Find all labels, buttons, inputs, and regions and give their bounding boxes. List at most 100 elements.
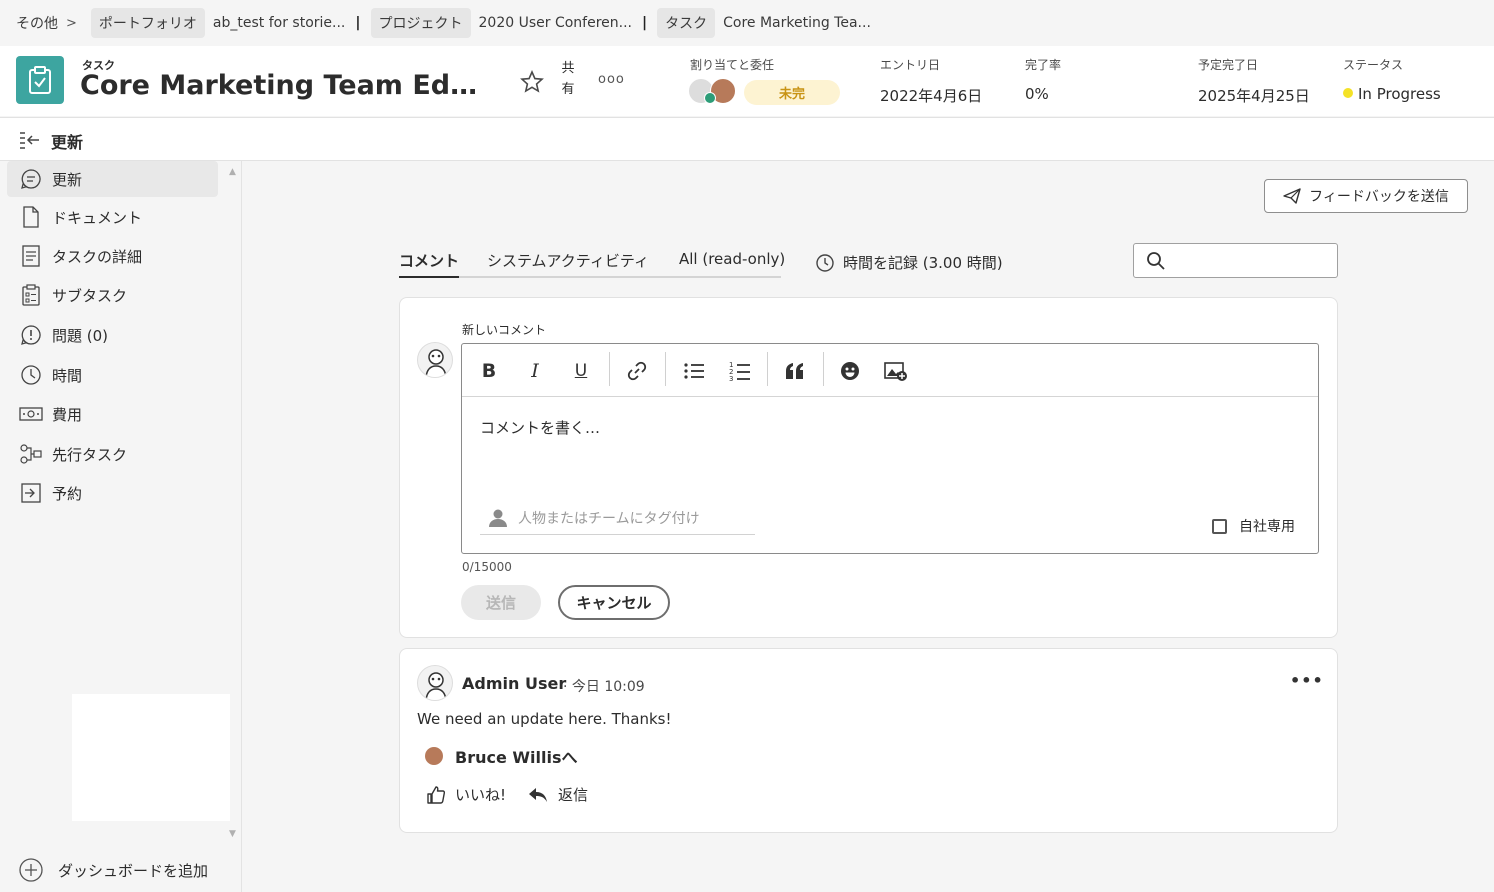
nav-item-expenses[interactable]: 費用	[7, 396, 218, 432]
tab-system-activity[interactable]: システムアクティビティ	[487, 250, 649, 271]
page-title[interactable]: Core Marketing Team Education Initiative	[80, 70, 496, 101]
clock-icon	[816, 253, 834, 272]
toolbar-divider	[665, 352, 666, 386]
nav-item-bookings[interactable]: 予約	[7, 475, 218, 511]
toolbar-divider	[767, 352, 768, 386]
like-label: いいね!	[455, 786, 507, 804]
send-button[interactable]: 送信	[461, 585, 541, 620]
reply-label: 返信	[558, 786, 589, 804]
nav-item-hours[interactable]: 時間	[7, 357, 218, 393]
share-button[interactable]: 共有	[560, 58, 576, 100]
planned-completion-value[interactable]: 2025年4月25日	[1198, 85, 1310, 106]
nav-item-updates[interactable]: 更新	[7, 161, 218, 197]
emoji-icon[interactable]	[836, 357, 864, 385]
status-label: ステータス	[1343, 58, 1404, 72]
nav-item-label: タスクの詳細	[52, 247, 143, 266]
favorite-star-icon[interactable]	[518, 68, 546, 96]
search-input[interactable]	[1174, 250, 1330, 272]
collapse-panel-icon[interactable]	[18, 130, 40, 154]
thumbs-up-icon	[427, 785, 445, 804]
chevron-right-icon: >	[66, 15, 77, 31]
link-icon[interactable]	[623, 357, 651, 385]
details-icon	[19, 244, 43, 268]
breadcrumb-portfolio-link[interactable]: ab_test for storie...	[213, 15, 345, 31]
italic-icon[interactable]: I	[521, 357, 549, 385]
status-dot	[1343, 88, 1353, 98]
nav-item-label: 問題 (0)	[52, 326, 109, 345]
active-tab-indicator	[399, 276, 459, 278]
checkbox-box	[1212, 518, 1227, 534]
comment-timestamp: · 今日 10:09	[563, 679, 645, 695]
underline-icon[interactable]: U	[567, 357, 595, 385]
send-feedback-label: フィードバックを送信	[1309, 189, 1449, 205]
status-value[interactable]: In Progress	[1343, 85, 1441, 103]
like-button[interactable]: いいね!	[427, 784, 506, 805]
send-feedback-button[interactable]: フィードバックを送信	[1264, 179, 1468, 213]
nav-item-label: ドキュメント	[52, 208, 143, 227]
comment-actions: いいね! 返信	[427, 784, 610, 805]
add-dashboard-label: ダッシュボードを追加	[58, 861, 209, 880]
assignee-avatars[interactable]	[688, 78, 740, 106]
cancel-button[interactable]: キャンセル	[558, 585, 670, 620]
planned-completion-field: 予定完了日 2025年4月25日	[1198, 56, 1310, 106]
add-dashboard-button[interactable]: ダッシュボードを追加	[18, 857, 208, 883]
breadcrumb-project-link[interactable]: 2020 User Conferen...	[479, 15, 632, 31]
scroll-down-icon[interactable]: ▼	[229, 829, 236, 839]
nav-item-label: 費用	[52, 405, 83, 424]
nav-item-label: 更新	[52, 170, 83, 189]
planned-completion-label: 予定完了日	[1198, 58, 1259, 72]
nav-item-label: 先行タスク	[52, 445, 128, 464]
nav-item-label: 時間	[52, 366, 83, 385]
toolbar-divider	[823, 352, 824, 386]
comment-textarea[interactable]: コメントを書く…	[480, 417, 600, 438]
tag-people-placeholder: 人物またはチームにタグ付け	[518, 511, 700, 527]
breadcrumb-task-link[interactable]: Core Marketing Tea...	[723, 15, 871, 31]
quote-icon[interactable]	[781, 357, 809, 385]
nav-item-documents[interactable]: ドキュメント	[7, 199, 218, 235]
entry-date-value: 2022年4月6日	[880, 87, 983, 105]
new-comment-label: 新しいコメント	[462, 323, 547, 337]
toolbar-divider	[609, 352, 610, 386]
log-time-button[interactable]: 時間を記録 (3.00 時間)	[815, 252, 1003, 273]
status-field: ステータス In Progress	[1343, 56, 1441, 103]
bullet-list-icon[interactable]	[680, 357, 708, 385]
bold-icon[interactable]: B	[475, 357, 503, 385]
comment-icon	[19, 167, 43, 191]
breadcrumb-project-chip: プロジェクト	[370, 8, 471, 38]
internal-only-label: 自社専用	[1239, 519, 1295, 535]
booking-icon	[19, 481, 43, 505]
tab-all-read-only[interactable]: All (read-only)	[679, 250, 785, 268]
breadcrumb-more[interactable]: その他	[16, 13, 58, 33]
assignments-field: 割り当てと委任	[690, 56, 774, 73]
section-title: 更新	[51, 133, 84, 152]
nav-item-task-details[interactable]: タスクの詳細	[7, 238, 218, 274]
avatar	[425, 747, 443, 765]
tag-people-field[interactable]: 人物またはチームにタグ付け	[480, 502, 755, 535]
svg-text:3: 3	[729, 375, 733, 382]
scroll-up-icon[interactable]: ▲	[229, 167, 236, 177]
subtask-icon	[19, 283, 43, 307]
nav-item-issues[interactable]: 問題 (0)	[7, 317, 218, 353]
left-nav: ▲ 更新 ドキュメント タスクの詳細 サブタスク 問題 (0) 時間 費用 先行…	[0, 161, 242, 892]
nav-item-predecessors[interactable]: 先行タスク	[7, 436, 218, 472]
avatar	[417, 665, 453, 701]
reply-icon	[529, 787, 548, 802]
comment-more-icon[interactable]: •••	[1290, 671, 1324, 690]
character-counter: 0/15000	[462, 560, 512, 574]
percent-complete-value[interactable]: 0%	[1025, 85, 1061, 103]
more-actions-icon[interactable]: ooo	[598, 72, 625, 87]
comment-author[interactable]: Admin User	[462, 674, 566, 693]
search-field[interactable]	[1133, 243, 1338, 278]
nav-item-label: 予約	[52, 484, 83, 503]
internal-only-checkbox[interactable]: 自社専用	[1212, 516, 1295, 536]
comment-recipient-name[interactable]: Bruce Willisへ	[455, 744, 578, 768]
insert-image-icon[interactable]	[882, 357, 910, 385]
task-clipboard-icon	[16, 56, 64, 104]
tab-comments[interactable]: コメント	[399, 250, 459, 271]
nav-item-label: サブタスク	[52, 286, 128, 305]
reply-button[interactable]: 返信	[528, 784, 588, 805]
breadcrumb-divider: |	[355, 15, 361, 31]
numbered-list-icon[interactable]: 123	[726, 357, 754, 385]
nav-item-subtasks[interactable]: サブタスク	[7, 277, 218, 313]
document-icon	[19, 205, 43, 229]
